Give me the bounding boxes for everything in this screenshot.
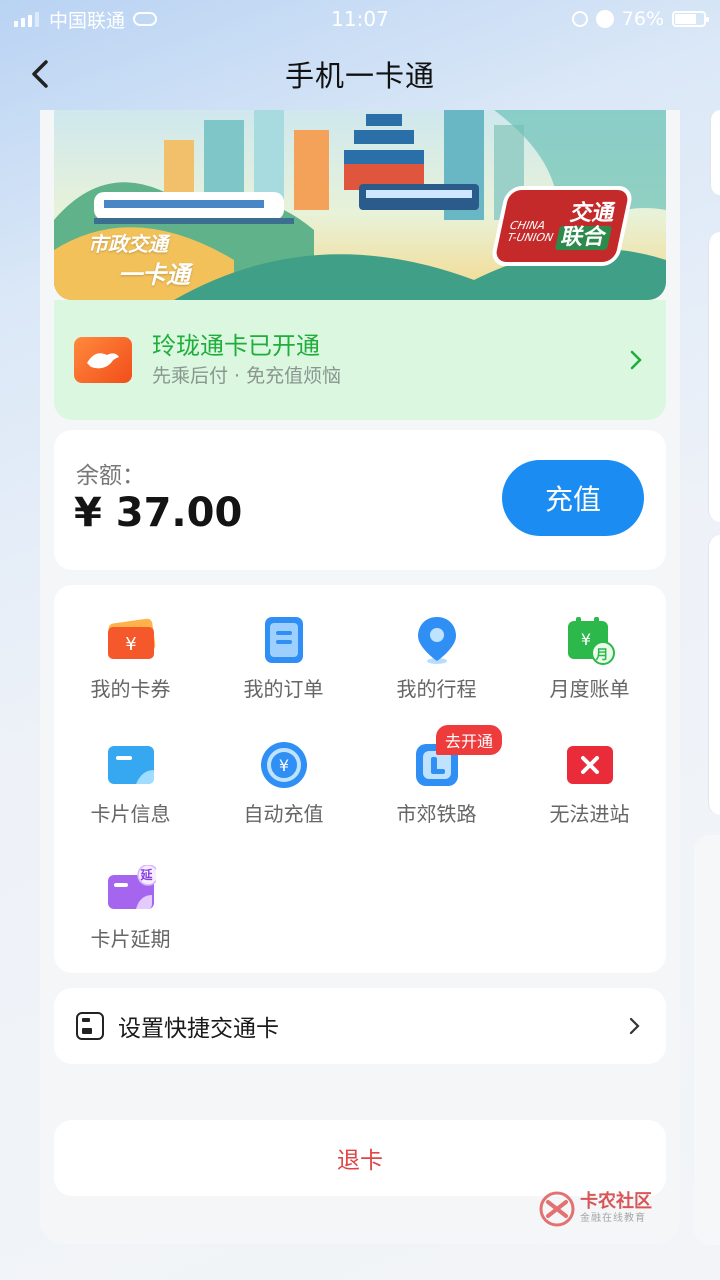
alarm-icon	[595, 10, 614, 28]
location-pin-icon	[412, 615, 462, 665]
card-info-icon	[106, 740, 156, 790]
chevron-right-icon	[630, 350, 642, 370]
status-bar: 中国联通 11:07 76%	[0, 0, 720, 38]
linglong-title: 玲珑通卡已开通	[152, 332, 320, 360]
svg-text:¥: ¥	[125, 634, 136, 655]
set-shortcut-card-row[interactable]: 设置快捷交通卡	[54, 988, 666, 1064]
watermark: 卡农社区 金融在线教育	[538, 1190, 652, 1228]
tunion-line1: 交通	[567, 201, 618, 226]
recharge-button[interactable]: 充值	[502, 460, 644, 536]
shortcut-label: 设置快捷交通卡	[118, 1016, 279, 1042]
service-label: 卡片延期	[90, 927, 171, 951]
tunion-tag-line2: T-UNION	[506, 231, 555, 244]
carrier-name: 中国联通	[49, 9, 126, 32]
services-grid: ¥ 我的卡券 我的订单 我的行程 ¥ 月 月度账单 卡片信息 ¥ 自动充值 市郊…	[54, 585, 666, 973]
service-label: 自动充值	[243, 802, 324, 826]
service-cannot-enter[interactable]: 无法进站	[513, 710, 666, 826]
battery-percent: 76%	[621, 8, 664, 30]
adjacent-card-peek[interactable]	[708, 232, 720, 522]
service-label: 我的卡券	[90, 677, 171, 701]
monthly-bill-icon: ¥ 月	[565, 615, 615, 665]
coupon-icon: ¥	[106, 615, 156, 665]
tunion-logo: CHINA T-UNION 交通 联合	[489, 186, 635, 266]
nav-bar: 手机一卡通	[0, 38, 720, 110]
monthly-icon-text: 月	[595, 648, 609, 663]
tunion-line2: 联合	[554, 225, 612, 250]
balance-amount: ¥ 37.00	[74, 490, 243, 536]
service-label: 我的订单	[243, 677, 324, 701]
svg-text:¥: ¥	[278, 756, 288, 775]
service-label: 月度账单	[549, 677, 630, 701]
order-icon	[259, 615, 309, 665]
service-auto-recharge[interactable]: ¥ 自动充值	[207, 710, 360, 826]
yikatong-logo: 市政交通 一卡通	[88, 228, 190, 290]
card-extend-icon: 延	[106, 864, 159, 915]
service-label: 市郊铁路	[396, 802, 477, 826]
activate-badge[interactable]: 去开通	[436, 725, 503, 755]
page-title: 手机一卡通	[284, 59, 435, 93]
exit-card-label: 退卡	[337, 1148, 383, 1174]
exit-card-button[interactable]: 退卡	[54, 1120, 666, 1196]
battery-icon	[672, 11, 709, 27]
balance-label: 余额：	[76, 463, 145, 489]
service-my-trips[interactable]: 我的行程	[360, 585, 513, 701]
kanong-logo-icon	[539, 1191, 575, 1227]
linglong-subtitle: 先乘后付 · 免充值烦恼	[152, 365, 342, 387]
rotation-lock-icon	[571, 11, 588, 27]
service-my-orders[interactable]: 我的订单	[207, 585, 360, 701]
watermark-title: 卡农社区	[580, 1191, 652, 1212]
card-banner: 市政交通 一卡通 CHINA T-UNION 交通 联合	[54, 110, 666, 300]
svg-text:¥: ¥	[580, 630, 590, 649]
adjacent-card-peek[interactable]	[708, 535, 720, 815]
balance-card: 余额： ¥ 37.00 充值	[54, 430, 666, 570]
service-label: 无法进站	[549, 802, 630, 826]
link-icon	[133, 12, 158, 26]
signal-icon	[14, 11, 39, 27]
chevron-right-icon	[629, 1017, 640, 1035]
cannot-enter-icon	[565, 740, 615, 790]
chevron-left-icon	[32, 60, 48, 88]
logo-line1: 市政交通	[88, 232, 168, 256]
logo-line2: 一卡通	[118, 261, 190, 289]
service-label: 我的行程	[396, 677, 477, 701]
watermark-subtitle: 金融在线教育	[580, 1213, 646, 1224]
linglong-card-row[interactable]: 玲珑通卡已开通 先乘后付 · 免充值烦恼	[54, 300, 666, 420]
service-card-info[interactable]: 卡片信息	[54, 710, 207, 826]
service-label: 卡片信息	[90, 802, 171, 826]
auto-recharge-icon: ¥	[259, 740, 309, 790]
service-card-extend[interactable]: 延 卡片延期	[54, 835, 207, 951]
service-my-coupons[interactable]: ¥ 我的卡券	[54, 585, 207, 701]
adjacent-card-peek[interactable]	[710, 110, 720, 195]
card-shortcut-icon	[76, 1012, 104, 1040]
back-button[interactable]	[24, 56, 60, 92]
adjacent-card-peek[interactable]	[694, 835, 720, 1245]
service-monthly-bill[interactable]: ¥ 月 月度账单	[513, 585, 666, 701]
dragon-icon	[74, 337, 132, 383]
extend-icon-text: 延	[140, 868, 153, 882]
